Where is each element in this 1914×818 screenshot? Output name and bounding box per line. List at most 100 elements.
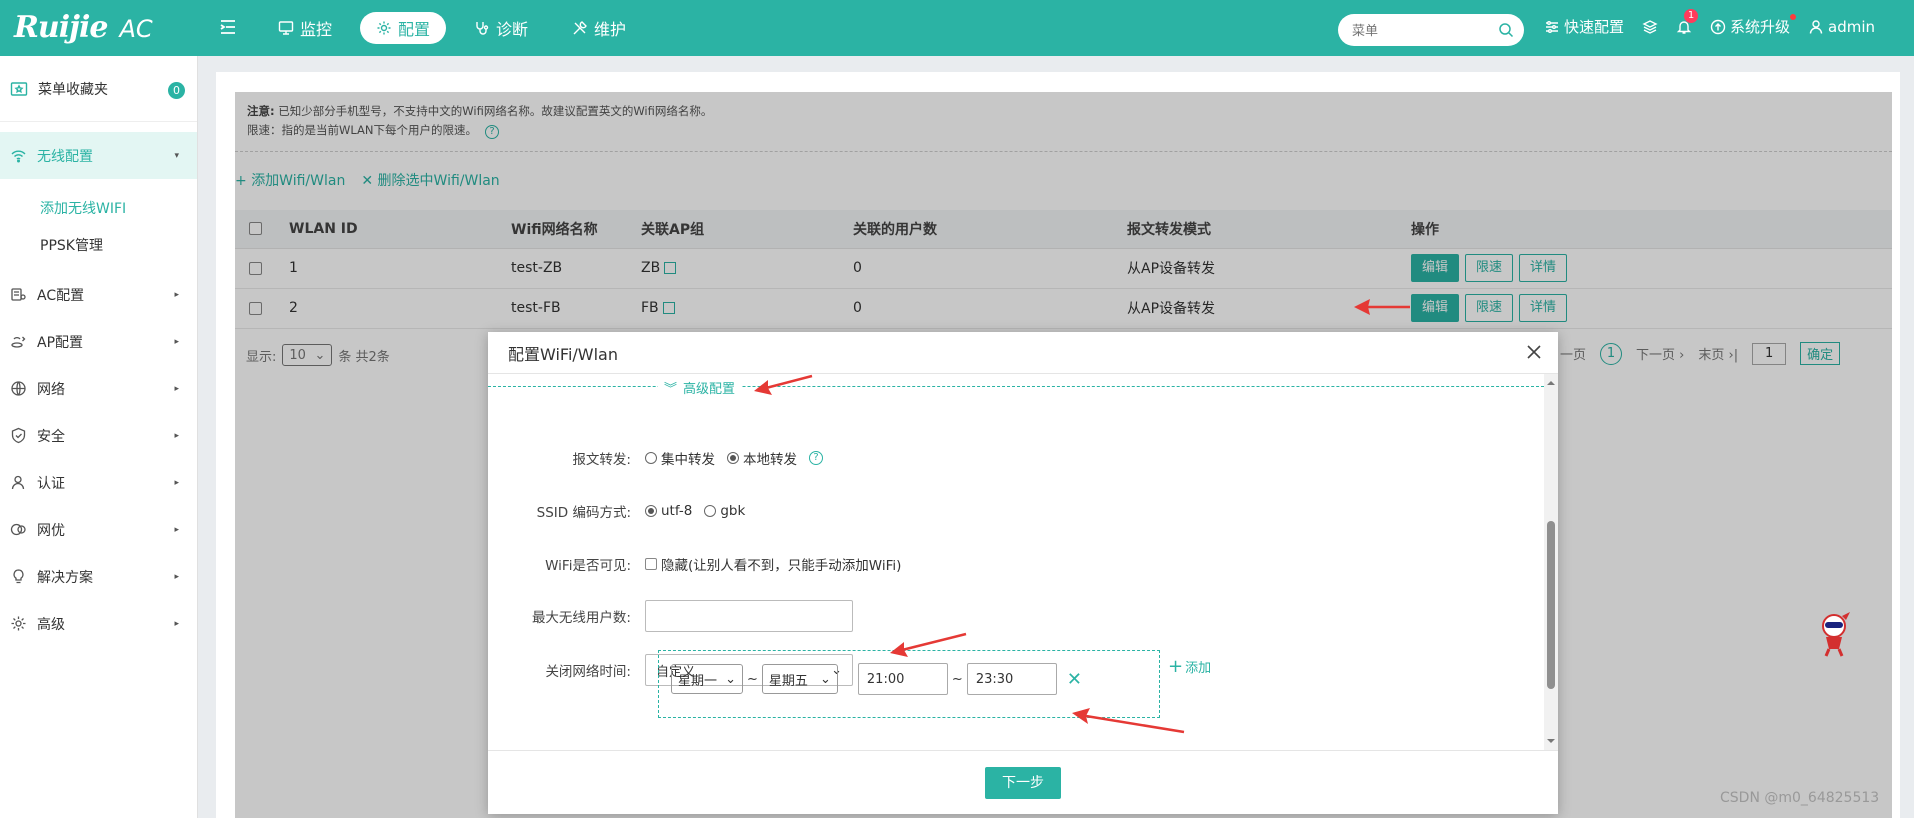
time-to-input[interactable]: 23:30 xyxy=(966,663,1057,695)
caret-right-icon: ▸ xyxy=(174,477,179,488)
caret-down-icon: ▾ xyxy=(174,150,179,161)
optimize-icon xyxy=(10,523,26,536)
modal-scrollbar[interactable] xyxy=(1544,374,1558,750)
scroll-thumb[interactable] xyxy=(1547,521,1555,689)
modal-header: 配置WiFi/Wlan xyxy=(488,332,1558,374)
favorites-icon xyxy=(10,81,28,96)
remove-schedule-icon[interactable]: ✕ xyxy=(1067,669,1082,690)
sidebar-item-label: 安全 xyxy=(37,428,65,445)
upgrade-icon xyxy=(1710,19,1726,34)
ssid-encoding-row: SSID 编码方式: utf-8 gbk xyxy=(488,495,1544,527)
gbk-radio[interactable]: gbk xyxy=(704,503,745,519)
user-menu[interactable]: admin xyxy=(1808,18,1875,36)
max-users-label: 最大无线用户数: xyxy=(531,610,631,626)
sidebar-item-label: 网络 xyxy=(37,381,65,398)
scroll-up-icon[interactable] xyxy=(1546,378,1556,388)
sidebar-item-label: 解决方案 xyxy=(37,569,93,586)
gear-icon xyxy=(377,21,391,35)
schedule-row: 星期一 ⌄ ~ 星期五 ⌄ 21:00 ~ 23:30 ✕ xyxy=(671,663,1082,695)
sidebar-item-ac-config[interactable]: AC配置 ▸ xyxy=(0,271,197,318)
caret-right-icon: ▸ xyxy=(174,289,179,300)
next-step-button[interactable]: 下一步 xyxy=(985,767,1061,799)
forward-row: 报文转发: 集中转发 本地转发 ? xyxy=(488,442,1544,474)
menu-toggle-icon[interactable] xyxy=(218,17,238,37)
favorites-label: 菜单收藏夹 xyxy=(38,81,108,98)
menu-favorites[interactable]: 菜单收藏夹 0 xyxy=(0,56,197,122)
hide-ssid-checkbox[interactable]: 隐藏(让别人看不到，只能手动添加WiFi) xyxy=(645,554,901,574)
nav-diagnose[interactable]: 诊断 xyxy=(458,12,544,44)
day-from-value: 星期一 xyxy=(678,673,718,689)
time-from-input[interactable]: 21:00 xyxy=(857,663,948,695)
annotation-arrow xyxy=(1072,708,1185,734)
sidebar-subitem-ppsk[interactable]: PPSK管理 xyxy=(0,226,197,263)
double-chevron-down-icon: ︾ xyxy=(664,382,678,397)
hide-ssid-label: 隐藏(让别人看不到，只能手动添加WiFi) xyxy=(661,558,902,574)
sidebar-item-wireless[interactable]: 无线配置 ▾ xyxy=(0,132,197,179)
caret-right-icon: ▸ xyxy=(174,618,179,629)
sidebar-item-advanced[interactable]: 高级 ▸ xyxy=(0,600,197,647)
search-input[interactable] xyxy=(1338,14,1488,46)
sidebar-item-security[interactable]: 安全 ▸ xyxy=(0,412,197,459)
forward-label: 报文转发: xyxy=(572,452,631,468)
day-to-value: 星期五 xyxy=(768,673,808,689)
upgrade-dot xyxy=(1790,14,1797,20)
settings-icon xyxy=(11,616,26,631)
bulb-icon xyxy=(13,569,24,584)
gbk-label: gbk xyxy=(720,503,746,519)
layers-button[interactable] xyxy=(1642,19,1658,35)
forward-local-radio[interactable]: 本地转发 xyxy=(727,448,797,468)
search-icon[interactable] xyxy=(1498,22,1514,38)
brand-name: Ruijie xyxy=(14,10,108,45)
sidebar-item-ap-config[interactable]: AP配置 ▸ xyxy=(0,318,197,365)
annotation-arrow xyxy=(1354,299,1410,315)
add-schedule-button[interactable]: + 添加 xyxy=(1168,656,1211,677)
close-icon[interactable] xyxy=(1524,342,1544,362)
scroll-down-icon[interactable] xyxy=(1546,736,1556,746)
utf8-label: utf-8 xyxy=(661,503,693,519)
sidebar-item-auth[interactable]: 认证 ▸ xyxy=(0,459,197,506)
globe-icon xyxy=(11,381,26,396)
quick-config-button[interactable]: 快速配置 xyxy=(1544,16,1624,37)
modal-title: 配置WiFi/Wlan xyxy=(508,344,619,364)
watermark: CSDN @m0_64825513 xyxy=(1720,790,1880,806)
notification-button[interactable]: 1 xyxy=(1676,8,1699,35)
stethoscope-icon xyxy=(476,22,489,35)
caret-right-icon: ▸ xyxy=(174,430,179,441)
nav-diagnose-label: 诊断 xyxy=(496,20,529,39)
ac-config-icon xyxy=(11,288,26,301)
mascot-icon[interactable] xyxy=(1814,610,1854,658)
annotation-arrow xyxy=(754,374,813,395)
max-users-input[interactable] xyxy=(645,600,853,632)
max-users-row: 最大无线用户数: xyxy=(488,600,1544,632)
day-to-select[interactable]: 星期五 ⌄ xyxy=(761,664,838,694)
monitor-icon xyxy=(278,21,294,35)
sidebar-item-solutions[interactable]: 解决方案 ▸ xyxy=(0,553,197,600)
logo[interactable]: Ruijie AC xyxy=(14,10,153,46)
system-upgrade-button[interactable]: 系统升级 xyxy=(1710,14,1797,37)
sidebar-submenu: 添加无线WIFI PPSK管理 xyxy=(0,179,197,271)
sidebar-item-optimize[interactable]: 网优 ▸ xyxy=(0,506,197,553)
quick-config-label: 快速配置 xyxy=(1564,18,1625,36)
notification-badge: 1 xyxy=(1684,8,1699,23)
sidebar-item-network[interactable]: 网络 ▸ xyxy=(0,365,197,412)
modal-footer: 下一步 xyxy=(488,750,1558,814)
help-icon[interactable]: ? xyxy=(809,451,823,465)
visibility-row: WiFi是否可见: 隐藏(让别人看不到，只能手动添加WiFi) xyxy=(488,548,1544,580)
caret-right-icon: ▸ xyxy=(174,571,179,582)
nav-config[interactable]: 配置 xyxy=(360,12,447,44)
sidebar-item-label: 网优 xyxy=(37,522,65,539)
forward-central-radio[interactable]: 集中转发 xyxy=(645,448,715,468)
nav-maintain[interactable]: 维护 xyxy=(556,12,642,44)
sidebar-subitem-add-wifi[interactable]: 添加无线WIFI xyxy=(0,189,197,226)
chevron-down-icon: ⌄ xyxy=(725,671,736,687)
forward-local-label: 本地转发 xyxy=(743,452,797,468)
advanced-divider xyxy=(488,386,1544,387)
utf8-radio[interactable]: utf-8 xyxy=(645,503,692,519)
advanced-toggle[interactable]: ︾ 高级配置 xyxy=(658,378,742,397)
username: admin xyxy=(1828,17,1876,36)
wrench-icon xyxy=(573,21,587,35)
nav-monitor-label: 监控 xyxy=(300,20,333,39)
caret-right-icon: ▸ xyxy=(174,524,179,535)
nav-monitor[interactable]: 监控 xyxy=(262,12,348,44)
day-from-select[interactable]: 星期一 ⌄ xyxy=(671,664,743,694)
